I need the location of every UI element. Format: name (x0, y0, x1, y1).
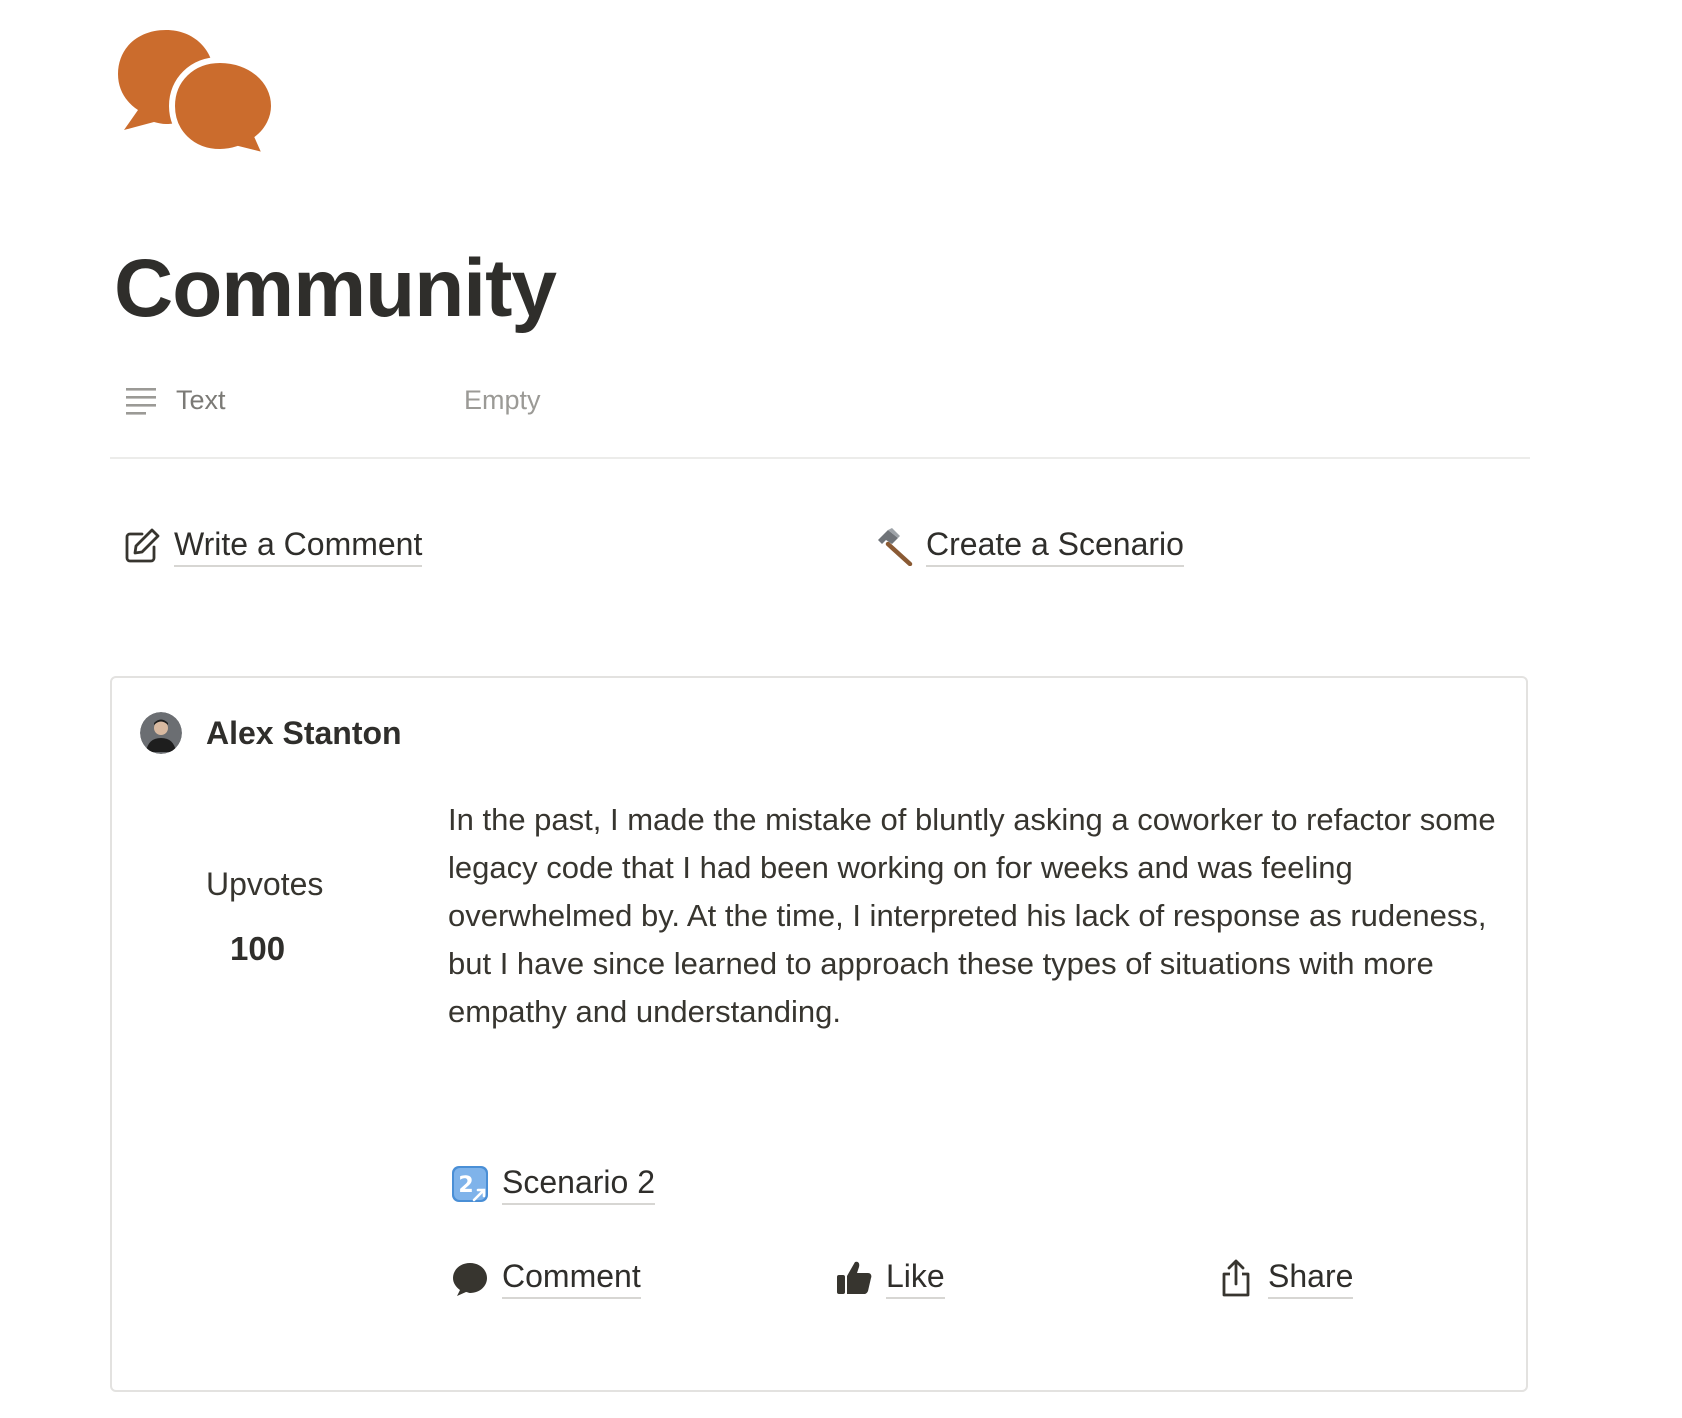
scenario-link-label: Scenario 2 (502, 1164, 655, 1205)
like-button-label: Like (886, 1258, 945, 1299)
like-button[interactable]: Like (834, 1258, 945, 1299)
property-label: Text (176, 384, 226, 415)
speech-bubble-icon (453, 1263, 487, 1297)
text-property[interactable]: Text Empty (124, 382, 541, 418)
write-comment-label: Write a Comment (174, 526, 423, 567)
comment-card: Alex Stanton Upvotes 100 In the past, I … (110, 676, 1528, 1392)
upvotes-label: Upvotes (206, 866, 324, 902)
comment-button[interactable]: Comment (450, 1258, 641, 1299)
scenario-link[interactable]: 2 Scenario 2 (450, 1164, 655, 1205)
author-name: Alex Stanton (206, 714, 402, 751)
comment-body: In the past, I made the mistake of blunt… (448, 802, 1496, 1029)
text-lines-icon (126, 388, 156, 415)
comment-button-label: Comment (502, 1258, 641, 1299)
hammer-icon (878, 528, 913, 567)
avatar (140, 712, 182, 754)
share-icon (1222, 1259, 1250, 1297)
share-button-label: Share (1268, 1258, 1354, 1299)
keycap-two-icon: 2 (452, 1166, 488, 1203)
create-scenario-button[interactable]: Create a Scenario (874, 526, 1184, 567)
divider (110, 457, 1530, 459)
create-scenario-label: Create a Scenario (926, 526, 1184, 567)
comment-author[interactable]: Alex Stanton (140, 712, 402, 754)
pencil-square-icon (125, 528, 160, 563)
svg-text:2: 2 (458, 1173, 473, 1198)
upvotes-value: 100 (230, 930, 286, 967)
property-value[interactable]: Empty (464, 385, 541, 416)
speech-bubbles-icon[interactable] (116, 26, 276, 156)
write-comment-button[interactable]: Write a Comment (122, 526, 423, 567)
page: Community Text Empty Write a Comment Cre… (0, 0, 1682, 1418)
share-button[interactable]: Share (1216, 1258, 1354, 1299)
page-title: Community (114, 243, 557, 334)
thumbs-up-icon (837, 1262, 872, 1295)
